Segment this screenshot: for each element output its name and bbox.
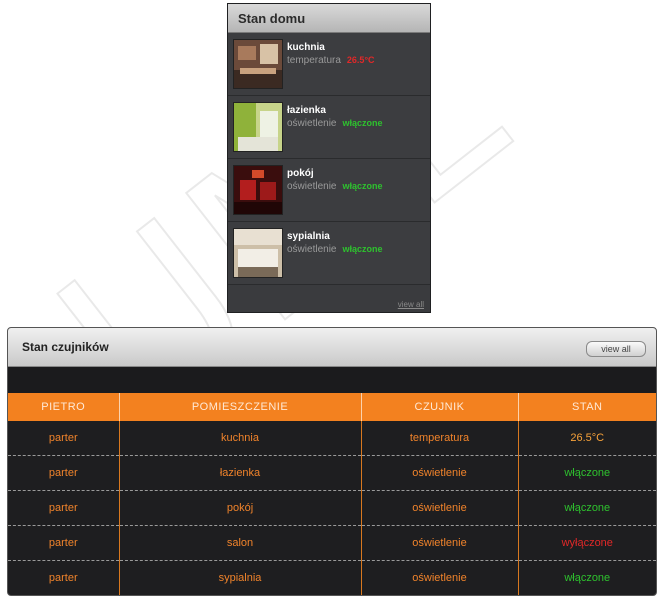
room-sensor-label: oświetlenie bbox=[287, 181, 337, 192]
cell-room: pokój bbox=[119, 490, 362, 526]
room-row-room[interactable]: pokój oświetlenie włączone bbox=[228, 159, 430, 222]
cell-floor: parter bbox=[8, 455, 120, 491]
home-panel-title: Stan domu bbox=[228, 4, 430, 33]
room-sensor-label: temperatura bbox=[287, 55, 341, 66]
column-header-sensor[interactable]: CZUJNIK bbox=[361, 393, 519, 421]
table-row[interactable]: parter salon oświetlenie wyłączone bbox=[8, 525, 656, 561]
cell-state: włączone bbox=[518, 490, 656, 526]
cell-floor: parter bbox=[8, 421, 120, 456]
room-thumbnail-room bbox=[233, 165, 283, 215]
column-header-floor[interactable]: PIETRO bbox=[8, 393, 120, 421]
column-header-room[interactable]: POMIESZCZENIE bbox=[119, 393, 362, 421]
cell-sensor: oświetlenie bbox=[361, 525, 519, 561]
room-state: włączone bbox=[342, 244, 383, 254]
cell-room: łazienka bbox=[119, 455, 362, 491]
cell-room: sypialnia bbox=[119, 560, 362, 595]
sensor-panel-title: Stan czujników bbox=[22, 340, 109, 354]
cell-state: włączone bbox=[518, 560, 656, 595]
cell-sensor: oświetlenie bbox=[361, 560, 519, 595]
room-state: 26.5°C bbox=[346, 55, 375, 65]
sensor-status-panel: Stan czujników view all PIETRO POMIESZCZ… bbox=[7, 327, 657, 596]
table-row[interactable]: parter łazienka oświetlenie włączone bbox=[8, 455, 656, 491]
room-sensor-line: oświetlenie włączone bbox=[287, 244, 383, 255]
cell-state: włączone bbox=[518, 455, 656, 491]
cell-state: wyłączone bbox=[518, 525, 656, 561]
table-header-row: PIETRO POMIESZCZENIE CZUJNIK STAN bbox=[8, 393, 656, 421]
cell-sensor: temperatura bbox=[361, 421, 519, 456]
room-name: sypialnia bbox=[287, 231, 330, 242]
room-thumbnail-bathroom bbox=[233, 102, 283, 152]
cell-floor: parter bbox=[8, 525, 120, 561]
header-spacer bbox=[8, 367, 656, 393]
cell-floor: parter bbox=[8, 490, 120, 526]
table-row[interactable]: parter sypialnia oświetlenie włączone bbox=[8, 560, 656, 595]
column-header-state[interactable]: STAN bbox=[518, 393, 656, 421]
room-state: włączone bbox=[342, 118, 383, 128]
cell-state: 26.5°C bbox=[518, 421, 656, 456]
table-row[interactable]: parter kuchnia temperatura 26.5°C bbox=[8, 421, 656, 456]
cell-floor: parter bbox=[8, 560, 120, 595]
room-row-kitchen[interactable]: kuchnia temperatura 26.5°C bbox=[228, 33, 430, 96]
room-state: włączone bbox=[342, 181, 383, 191]
sensor-table: PIETRO POMIESZCZENIE CZUJNIK STAN parter… bbox=[8, 393, 656, 595]
room-row-bathroom[interactable]: łazienka oświetlenie włączone bbox=[228, 96, 430, 159]
room-sensor-line: oświetlenie włączone bbox=[287, 118, 383, 129]
room-row-bedroom[interactable]: sypialnia oświetlenie włączone bbox=[228, 222, 430, 285]
cell-sensor: oświetlenie bbox=[361, 455, 519, 491]
room-name: kuchnia bbox=[287, 42, 325, 53]
room-name: pokój bbox=[287, 168, 314, 179]
room-thumbnail-kitchen bbox=[233, 39, 283, 89]
room-sensor-label: oświetlenie bbox=[287, 244, 337, 255]
sensor-panel-header: Stan czujników view all bbox=[8, 328, 656, 367]
table-row[interactable]: parter pokój oświetlenie włączone bbox=[8, 490, 656, 526]
cell-room: kuchnia bbox=[119, 421, 362, 456]
cell-sensor: oświetlenie bbox=[361, 490, 519, 526]
view-all-button[interactable]: view all bbox=[586, 341, 646, 357]
room-sensor-line: oświetlenie włączone bbox=[287, 181, 383, 192]
view-all-link[interactable]: view all bbox=[398, 300, 424, 309]
cell-room: salon bbox=[119, 525, 362, 561]
room-sensor-line: temperatura 26.5°C bbox=[287, 55, 375, 66]
home-status-panel: Stan domu kuchnia temperatura 26.5°C łazi… bbox=[227, 3, 431, 313]
room-thumbnail-bedroom bbox=[233, 228, 283, 278]
room-sensor-label: oświetlenie bbox=[287, 118, 337, 129]
room-name: łazienka bbox=[287, 105, 326, 116]
